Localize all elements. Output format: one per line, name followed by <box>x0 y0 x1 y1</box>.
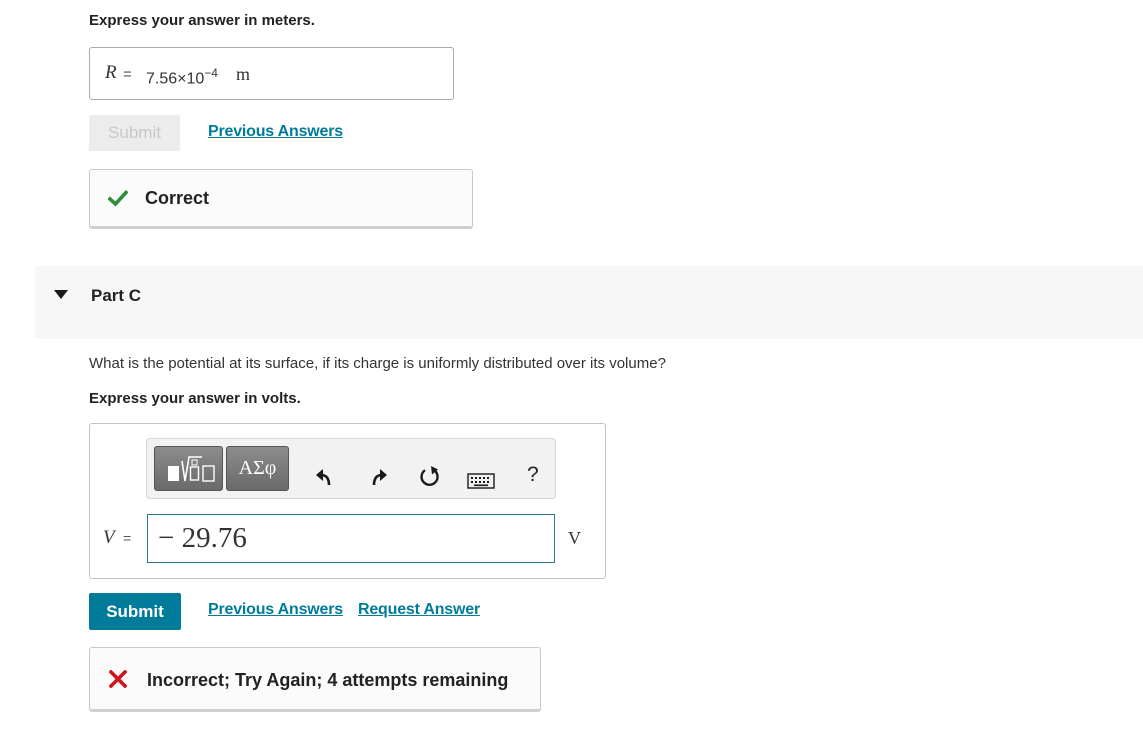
part-b-feedback: Correct <box>89 169 473 229</box>
part-b-previous-answers-link[interactable]: Previous Answers <box>208 123 343 141</box>
feedback-text-c: Incorrect; Try Again; 4 attempts remaini… <box>147 670 509 690</box>
answer-variable: R <box>105 62 117 83</box>
part-c-header[interactable]: Part C <box>35 266 1143 339</box>
symbols-button[interactable]: ΑΣφ <box>226 446 289 491</box>
answer-unit-c: V <box>568 528 581 548</box>
part-c-feedback: Incorrect; Try Again; 4 attempts remaini… <box>89 647 541 712</box>
answer-unit: m <box>236 64 251 84</box>
equals-sign: = <box>123 66 132 83</box>
request-answer-link[interactable]: Request Answer <box>358 601 480 619</box>
math-toolbar: ΑΣφ ? <box>146 438 556 499</box>
reset-icon[interactable] <box>418 465 442 489</box>
check-icon <box>108 190 128 207</box>
part-b-submit-button[interactable]: Submit <box>89 115 180 151</box>
templates-icon <box>168 456 215 482</box>
answer-exponent: −4 <box>204 66 218 80</box>
answer-variable-c: V <box>103 527 115 548</box>
question-text: What is the potential at its surface, if… <box>89 355 666 372</box>
part-c-instruction: Express your answer in volts. <box>89 390 301 407</box>
keyboard-icon[interactable] <box>467 473 495 489</box>
x-icon <box>109 670 127 688</box>
redo-icon[interactable] <box>369 468 389 487</box>
part-title: Part C <box>91 286 142 305</box>
equals-sign-c: = <box>123 530 132 546</box>
answer-mantissa: 7.56×10 <box>146 70 205 88</box>
undo-icon[interactable] <box>314 468 334 487</box>
previous-answers-link[interactable]: Previous Answers <box>208 601 343 619</box>
part-b-answer-box: R = 7.56×10−4 m <box>89 47 454 100</box>
submit-button[interactable]: Submit <box>89 593 181 630</box>
feedback-text: Correct <box>145 188 210 208</box>
answer-input[interactable]: − 29.76 <box>147 514 555 563</box>
answer-input-value[interactable]: − 29.76 <box>158 522 247 555</box>
collapse-triangle-icon[interactable] <box>54 290 68 300</box>
answer-value: 7.56×10−4 <box>146 66 218 88</box>
help-button[interactable]: ? <box>527 463 539 487</box>
part-b-instruction: Express your answer in meters. <box>89 12 315 29</box>
templates-button[interactable] <box>154 446 223 491</box>
